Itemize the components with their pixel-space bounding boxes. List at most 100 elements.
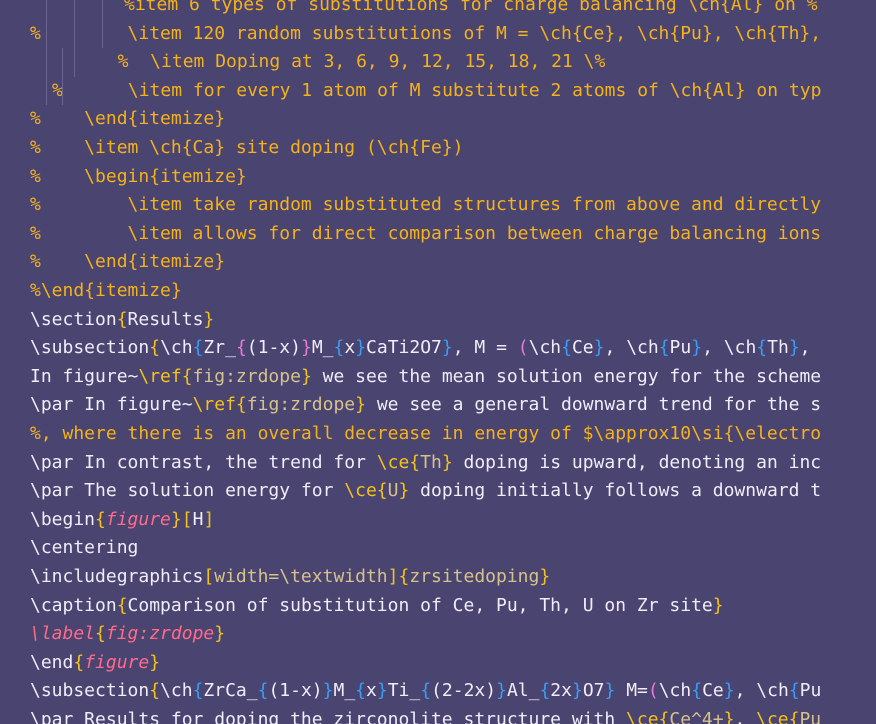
code-line[interactable]: \centering <box>30 534 876 563</box>
code-token: % \item Doping at 3, 6, 9, 12, 15, 18, 2… <box>96 51 606 73</box>
code-token: \par Results for doping the zirconolite … <box>30 709 627 724</box>
code-token: { <box>257 680 269 702</box>
code-token: In figure~ <box>30 365 139 387</box>
code-token: } <box>170 508 182 530</box>
code-line[interactable]: % \begin{itemize} <box>30 163 876 192</box>
code-token: { <box>409 451 421 473</box>
code-line[interactable]: \label{fig:zrdope} <box>30 620 876 649</box>
code-token: Ti_ <box>387 680 421 702</box>
indent-guide <box>102 19 103 49</box>
code-token: \begin <box>30 508 96 530</box>
code-token: \label <box>30 623 96 645</box>
code-token: doping is upward, denoting an inc <box>452 451 822 473</box>
code-token: M_ <box>311 337 334 359</box>
code-token: \includegraphics <box>30 566 204 587</box>
code-token: , <box>734 680 757 702</box>
code-line[interactable]: \begin{figure}[H] <box>30 506 876 535</box>
code-token: { <box>788 709 800 724</box>
code-token: Al_ <box>506 680 540 702</box>
code-token: \subsection <box>30 337 150 359</box>
code-line[interactable]: \par Results for doping the zirconolite … <box>30 706 876 724</box>
code-line[interactable]: %item 6 types of substitutions for charg… <box>124 0 876 20</box>
code-token: we see a general downward trend for the … <box>365 394 822 416</box>
code-token: %\end{itemize} <box>30 280 182 301</box>
code-line[interactable]: \end{figure} <box>30 649 876 678</box>
code-token: \ref <box>192 394 236 416</box>
code-token: Pu <box>669 337 692 359</box>
code-token: doping initially follows a downward t <box>409 480 822 502</box>
code-token: { <box>376 480 388 502</box>
code-token: \ce <box>344 480 377 502</box>
code-line[interactable]: \includegraphics[width=\textwidth]{zrsit… <box>30 563 876 592</box>
code-line[interactable]: % \end{itemize} <box>30 248 876 277</box>
code-token: } <box>571 680 583 702</box>
code-token: O7 <box>582 680 605 702</box>
code-line[interactable]: %, where there is an overall decrease in… <box>30 420 876 449</box>
code-token: Pu <box>799 709 822 724</box>
code-token: { <box>333 337 345 359</box>
code-token: , <box>799 337 811 359</box>
code-token: zrsitedoping <box>409 566 540 587</box>
code-token: } <box>723 680 735 702</box>
code-token: ] <box>387 566 399 587</box>
code-token: , <box>734 709 757 724</box>
code-line[interactable]: % \item Doping at 3, 6, 9, 12, 15, 18, 2… <box>96 48 876 77</box>
code-token: Zr_ <box>203 337 236 359</box>
code-token: , M = <box>452 337 518 359</box>
code-token: } <box>398 480 410 502</box>
code-line[interactable]: % \item \ch{Ca} site doping (\ch{Fe}) <box>30 134 876 163</box>
code-line[interactable]: % \item for every 1 atom of M substitute… <box>52 77 876 106</box>
code-token: \ch <box>160 680 193 702</box>
code-token: \caption <box>30 594 117 616</box>
code-token: { <box>658 709 670 724</box>
indent-guide <box>74 48 75 77</box>
code-token: Results <box>127 308 204 330</box>
code-token: } <box>441 451 453 473</box>
code-line[interactable]: \caption{Comparison of substitution of C… <box>30 592 876 621</box>
code-token: \ch <box>658 680 692 702</box>
code-token: \par In figure~ <box>30 394 193 416</box>
code-token: } <box>300 337 312 359</box>
code-line[interactable]: % \item 120 random substitutions of M = … <box>30 20 876 49</box>
code-token: { <box>420 680 432 702</box>
code-token: 2x <box>550 680 572 702</box>
code-token: { <box>355 680 367 702</box>
code-token: M_ <box>333 680 356 702</box>
code-token: } <box>322 680 334 702</box>
code-token: { <box>658 337 670 359</box>
code-line[interactable]: \section{Results} <box>30 306 876 335</box>
code-token: % \item 120 random substitutions of M = … <box>30 22 822 44</box>
code-token: Ce <box>702 680 724 702</box>
code-token: % \begin{itemize} <box>30 165 247 187</box>
code-token: } <box>300 365 312 387</box>
code-line[interactable]: \par In figure~\ref{fig:zrdope} we see a… <box>30 391 876 420</box>
code-token: \par The solution energy for <box>30 480 345 502</box>
code-line[interactable]: % \item take random substituted structur… <box>30 191 876 220</box>
code-token: ] <box>203 508 215 530</box>
code-token: \section <box>30 308 117 330</box>
code-token: } <box>355 394 366 416</box>
code-token: { <box>235 337 247 359</box>
code-token: { <box>192 680 204 702</box>
code-token: { <box>181 365 193 387</box>
code-token: { <box>398 566 410 587</box>
code-line[interactable]: \subsection{\ch{Zr_{(1-x)}M_{x}CaTi2O7},… <box>30 334 876 363</box>
indent-guide <box>46 0 47 20</box>
code-token: % \item for every 1 atom of M substitute… <box>52 79 822 101</box>
code-line[interactable]: \par The solution energy for \ce{U} dopi… <box>30 477 876 506</box>
code-token: } <box>539 566 551 587</box>
code-line[interactable]: \par In contrast, the trend for \ce{Th} … <box>30 449 876 478</box>
code-token: [ <box>181 508 193 530</box>
code-line[interactable]: % \item allows for direct comparison bet… <box>30 220 876 249</box>
code-line[interactable]: \subsection{\ch{ZrCa_{(1-x)}M_{x}Ti_{(2-… <box>30 677 876 706</box>
indent-guide <box>74 19 75 49</box>
code-line[interactable]: In figure~\ref{fig:zrdope} we see the me… <box>30 363 876 392</box>
code-token: x <box>344 337 356 359</box>
code-token: (2-2x) <box>431 680 497 702</box>
code-line[interactable]: %\end{itemize} <box>30 277 876 306</box>
code-editor[interactable]: %item 6 types of substitutions for charg… <box>0 0 876 724</box>
code-line[interactable]: % \end{itemize} <box>30 105 876 134</box>
code-token: we see the mean solution energy for the … <box>311 365 822 387</box>
code-token: %item 6 types of substitutions for charg… <box>124 0 818 15</box>
code-token: } <box>355 337 367 359</box>
